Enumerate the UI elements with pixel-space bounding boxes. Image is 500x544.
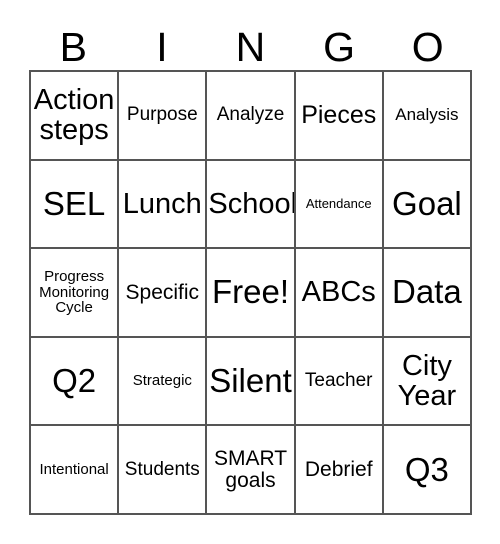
bingo-cell-label: Action steps xyxy=(33,84,115,147)
bingo-cell-o5[interactable]: Q3 xyxy=(383,426,473,515)
bingo-cell-label: Strategic xyxy=(132,372,192,390)
bingo-cell-label: SEL xyxy=(42,184,106,222)
bingo-header-letter-g: G xyxy=(323,24,356,70)
bingo-cell-g2[interactable]: Attendance xyxy=(295,160,384,250)
bingo-cell-n5[interactable]: SMART goals xyxy=(207,426,296,515)
bingo-row: Q2 Strategic Silent Teacher City Year xyxy=(31,337,473,427)
bingo-cell-o1[interactable]: Analysis xyxy=(383,72,473,161)
bingo-header-row: B I N G O xyxy=(29,14,472,70)
bingo-header-letter-b: B xyxy=(59,24,87,70)
bingo-cell-b2[interactable]: SEL xyxy=(31,160,120,250)
bingo-cell-o4[interactable]: City Year xyxy=(383,337,473,427)
bingo-cell-b1[interactable]: Action steps xyxy=(31,72,120,161)
bingo-cell-label: Purpose xyxy=(126,104,198,126)
bingo-cell-label: Debrief xyxy=(304,457,373,481)
bingo-row: Action steps Purpose Analyze Pieces Anal… xyxy=(31,72,473,161)
bingo-cell-label: City Year xyxy=(397,349,457,413)
bingo-cell-label: Analysis xyxy=(395,105,459,125)
bingo-card: B I N G O Action steps Purpose Analyze P… xyxy=(0,0,500,544)
bingo-cell-n4[interactable]: Silent xyxy=(207,337,296,427)
bingo-cell-label: Q3 xyxy=(404,450,449,488)
bingo-cell-i4[interactable]: Strategic xyxy=(119,337,208,427)
bingo-cell-b4[interactable]: Q2 xyxy=(31,337,120,427)
bingo-cell-i5[interactable]: Students xyxy=(119,426,208,515)
bingo-cell-label: Free! xyxy=(211,273,290,311)
bingo-cell-g4[interactable]: Teacher xyxy=(295,337,384,427)
bingo-header-letter-o: O xyxy=(411,24,444,70)
bingo-row: Progress Monitoring Cycle Specific Free!… xyxy=(31,249,473,338)
bingo-row: Intentional Students SMART goals Debrief… xyxy=(31,426,473,515)
bingo-grid: Action steps Purpose Analyze Pieces Anal… xyxy=(29,70,473,515)
bingo-cell-label: Students xyxy=(124,458,200,480)
bingo-cell-label: Data xyxy=(392,273,462,311)
bingo-cell-label: Attendance xyxy=(305,196,372,212)
bingo-cell-label: Teacher xyxy=(304,370,373,392)
bingo-cell-free-space[interactable]: Free! xyxy=(207,249,296,338)
bingo-cell-n1[interactable]: Analyze xyxy=(207,72,296,161)
bingo-cell-label: SMART goals xyxy=(213,446,288,492)
bingo-cell-label: School xyxy=(208,187,296,220)
bingo-cell-i1[interactable]: Purpose xyxy=(119,72,208,161)
bingo-cell-o3[interactable]: Data xyxy=(383,249,473,338)
bingo-cell-label: Pieces xyxy=(301,101,377,130)
bingo-cell-label: Goal xyxy=(392,184,462,222)
bingo-cell-g3[interactable]: ABCs xyxy=(295,249,384,338)
bingo-cell-i2[interactable]: Lunch xyxy=(119,160,208,250)
bingo-cell-label: Silent xyxy=(209,361,292,399)
bingo-cell-label: Specific xyxy=(125,280,200,304)
bingo-cell-n2[interactable]: School xyxy=(207,160,296,250)
bingo-header-letter-n: N xyxy=(235,24,266,70)
bingo-cell-label: Progress Monitoring Cycle xyxy=(39,268,110,317)
bingo-row: SEL Lunch School Attendance Goal xyxy=(31,160,473,250)
bingo-cell-label: Intentional xyxy=(39,460,109,478)
bingo-cell-b3[interactable]: Progress Monitoring Cycle xyxy=(31,249,120,338)
bingo-cell-g1[interactable]: Pieces xyxy=(295,72,384,161)
bingo-cell-label: ABCs xyxy=(301,276,376,309)
bingo-header-letter-i: I xyxy=(156,24,168,70)
bingo-cell-o2[interactable]: Goal xyxy=(383,160,473,250)
bingo-cell-g5[interactable]: Debrief xyxy=(295,426,384,515)
bingo-cell-label: Lunch xyxy=(122,187,202,220)
bingo-cell-i3[interactable]: Specific xyxy=(119,249,208,338)
bingo-cell-label: Analyze xyxy=(216,104,285,126)
bingo-cell-b5[interactable]: Intentional xyxy=(31,426,120,515)
bingo-cell-label: Q2 xyxy=(52,361,97,399)
